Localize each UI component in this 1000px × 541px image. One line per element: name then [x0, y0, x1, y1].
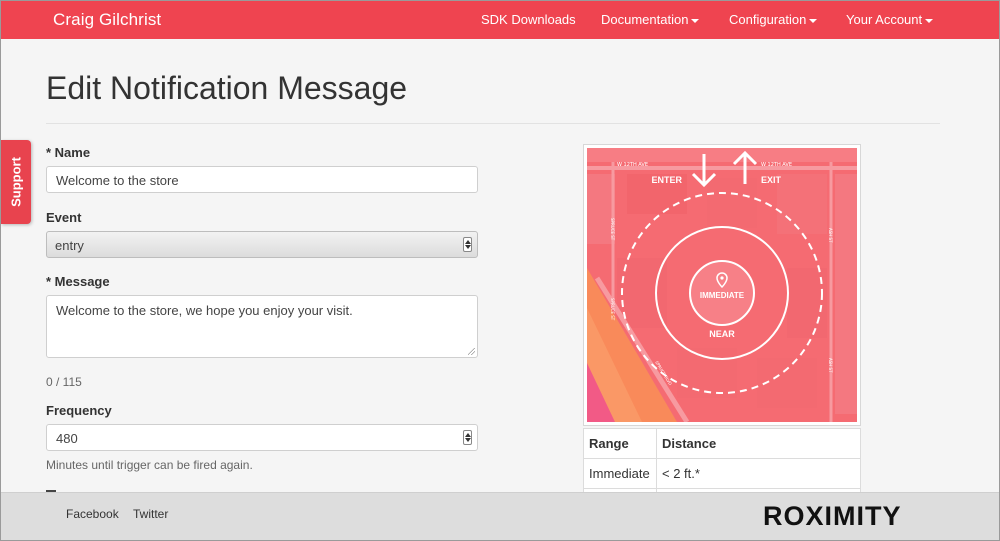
- footer-link-facebook[interactable]: Facebook: [66, 507, 119, 521]
- caret-down-icon: [925, 18, 934, 23]
- event-select[interactable]: entry: [46, 231, 478, 258]
- distance-cell: < 2 ft.*: [656, 458, 861, 489]
- name-input[interactable]: Welcome to the store: [46, 166, 478, 193]
- message-text: Welcome to the store, we hope you enjoy …: [56, 303, 353, 318]
- title-divider: [46, 123, 940, 124]
- street-label: W 12TH AVE: [761, 162, 792, 168]
- nav-documentation[interactable]: Documentation: [601, 12, 700, 27]
- footer: Facebook Twitter ROXIMITY: [1, 492, 999, 540]
- number-stepper-icon[interactable]: [463, 430, 472, 445]
- map-block: [707, 178, 757, 228]
- support-tab[interactable]: Support: [1, 140, 31, 224]
- map-block: [777, 174, 827, 234]
- street-label: ASH ST: [828, 358, 833, 373]
- column-header-distance: Distance: [656, 428, 861, 459]
- caret-down-icon: [691, 18, 700, 23]
- table-row: Immediate < 2 ft.*: [583, 458, 861, 489]
- range-cell: Immediate: [583, 458, 657, 489]
- column-header-range: Range: [583, 428, 657, 459]
- event-label: Event: [46, 210, 82, 225]
- frequency-value: 480: [56, 431, 78, 446]
- event-select-value: entry: [55, 238, 84, 253]
- map-block: [587, 148, 857, 162]
- frequency-label: Frequency: [46, 403, 112, 418]
- message-textarea[interactable]: Welcome to the store, we hope you enjoy …: [46, 295, 478, 358]
- enter-label: ENTER: [651, 175, 682, 185]
- exit-label: EXIT: [761, 175, 782, 185]
- street-label: SPRUCE ST: [610, 298, 615, 321]
- street-label: SPRUCE ST: [610, 218, 615, 241]
- nav-label: Your Account: [846, 12, 923, 27]
- frequency-help-text: Minutes until trigger can be fired again…: [46, 458, 253, 472]
- frequency-input[interactable]: 480: [46, 424, 478, 451]
- map-block: [835, 174, 857, 414]
- top-navbar: Craig Gilchrist SDK Downloads Documentat…: [1, 1, 999, 39]
- location-pin-dot: [720, 276, 724, 280]
- roximity-logo: ROXIMITY: [763, 501, 902, 531]
- footer-link-twitter[interactable]: Twitter: [133, 507, 168, 521]
- table-header-row: Range Distance: [583, 428, 861, 459]
- message-label: * Message: [46, 274, 110, 289]
- proximity-map: W 12TH AVE W 12TH AVE SPRUCE ST ASH ST S…: [583, 144, 861, 426]
- caret-down-icon: [809, 18, 818, 23]
- immediate-label: IMMEDIATE: [700, 291, 745, 300]
- resize-handle-icon[interactable]: [468, 348, 475, 355]
- nav-your-account[interactable]: Your Account: [846, 12, 934, 27]
- street-label: W 12TH AVE: [617, 162, 648, 168]
- nav-label: SDK Downloads: [481, 12, 576, 27]
- page-title: Edit Notification Message: [46, 70, 408, 106]
- map-block: [677, 348, 737, 398]
- nav-sdk-downloads[interactable]: SDK Downloads: [481, 12, 576, 27]
- street-label: ASH ST: [828, 228, 833, 243]
- brand-name[interactable]: Craig Gilchrist: [53, 10, 161, 30]
- nav-label: Configuration: [729, 12, 807, 27]
- support-tab-label: Support: [8, 157, 24, 207]
- message-char-counter: 0 / 115: [46, 375, 82, 389]
- near-label: NEAR: [709, 329, 735, 339]
- nav-label: Documentation: [601, 12, 689, 27]
- map-illustration: W 12TH AVE W 12TH AVE SPRUCE ST ASH ST S…: [587, 148, 857, 422]
- name-label: * Name: [46, 145, 91, 160]
- nav-configuration[interactable]: Configuration: [729, 12, 818, 27]
- select-arrows-icon: [463, 237, 472, 252]
